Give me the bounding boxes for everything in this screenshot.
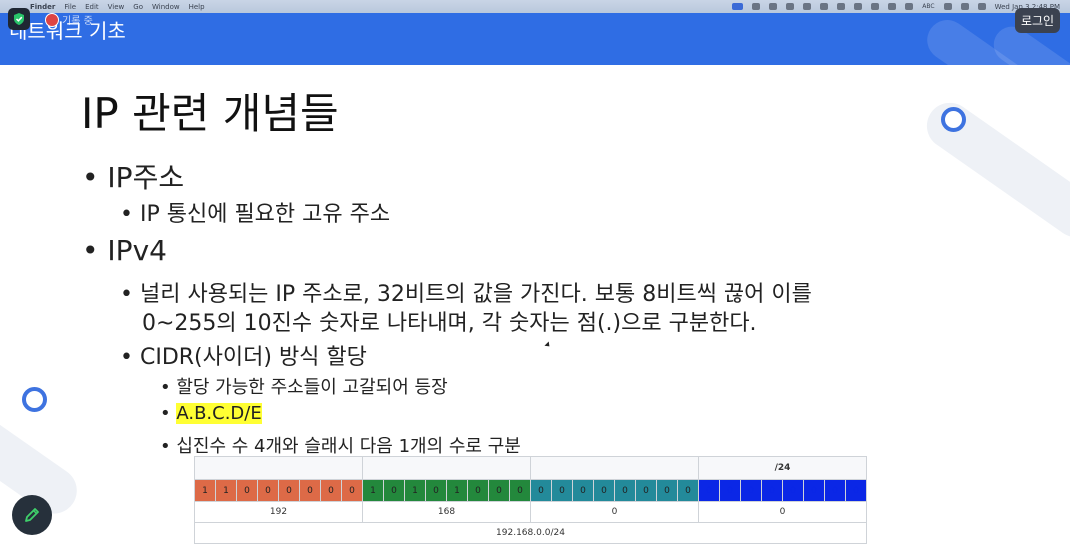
login-button[interactable]: 로그인	[1015, 8, 1060, 33]
decimal-row: 192 168 0 0	[194, 501, 867, 523]
menu-file[interactable]: File	[64, 3, 76, 11]
menu-app-name[interactable]: Finder	[30, 3, 55, 11]
bullet-ipv4-desc-cont: 0~255의 10진수 숫자로 나타내며, 각 숫자는 점(.)으로 구분한다.	[142, 305, 757, 337]
bit-cell: 1	[404, 479, 426, 502]
status-icon[interactable]	[803, 3, 812, 10]
bullet-text: IPv4	[107, 234, 167, 267]
status-icon[interactable]	[752, 3, 761, 10]
bit-cell: 0	[383, 479, 405, 502]
pen-tool-button[interactable]	[12, 495, 52, 535]
bit-cell: 0	[761, 479, 783, 502]
bullet-ip-address-desc: • IP 통신에 필요한 고유 주소	[120, 202, 391, 227]
bit-cell: 0	[236, 479, 258, 502]
bit-cell: 0	[278, 479, 300, 502]
ip-address-table: /24 11000000101010000000000000000000 192…	[194, 456, 867, 544]
menu-go[interactable]: Go	[133, 3, 143, 11]
bit-cell: 0	[719, 479, 741, 502]
bit-cell: 0	[551, 479, 573, 502]
bullet-cidr-sub1: • 할당 가능한 주소들이 고갈되어 등장	[160, 377, 448, 398]
bit-cell: 0	[572, 479, 594, 502]
status-icon[interactable]	[854, 3, 863, 10]
highlighted-text: A.B.C.D/E	[176, 403, 262, 424]
bullet-text: IP주소	[107, 161, 185, 194]
bit-row: 11000000101010000000000000000000	[194, 479, 867, 502]
pencil-icon	[25, 508, 39, 522]
app-header: 네트워크 기초	[0, 13, 1070, 65]
bit-cell: 0	[824, 479, 846, 502]
status-icon[interactable]	[786, 3, 795, 10]
ring-decoration-icon	[941, 107, 966, 132]
slide-title: IP 관련 개념들	[81, 89, 339, 138]
bit-cell: 1	[194, 479, 216, 502]
recording-label: 기록 중	[62, 16, 93, 27]
octet-decimal: 192	[194, 501, 363, 523]
table-header-cell	[194, 456, 363, 480]
bit-cell: 0	[635, 479, 657, 502]
prefix-label: /24	[698, 456, 867, 480]
bullet-text: 널리 사용되는 IP 주소로, 32비트의 값을 가진다. 보통 8비트씩 끊어…	[139, 282, 812, 307]
bit-cell: 0	[656, 479, 678, 502]
bullet-ip-address: • IP주소	[82, 161, 185, 194]
bit-cell: 0	[530, 479, 552, 502]
menu-edit[interactable]: Edit	[85, 3, 99, 11]
bit-cell: 0	[488, 479, 510, 502]
status-icon[interactable]	[905, 3, 914, 10]
network-row: 192.168.0.0/24	[194, 522, 867, 544]
bit-cell: 0	[299, 479, 321, 502]
octet-decimal: 0	[530, 501, 699, 523]
shield-icon[interactable]	[8, 8, 30, 30]
status-icon[interactable]	[769, 3, 778, 10]
menu-help[interactable]: Help	[189, 3, 205, 11]
ring-decoration-icon	[22, 387, 47, 412]
bit-cell: 0	[341, 479, 363, 502]
bit-cell: 0	[614, 479, 636, 502]
menubar-status-area: ABC Wed Jan 3 2:48 PM	[732, 0, 1060, 13]
control-center-icon[interactable]	[977, 3, 986, 10]
system-menubar: Finder File Edit View Go Window Help ABC…	[0, 0, 1070, 13]
bit-cell: 0	[677, 479, 699, 502]
bit-cell: 0	[803, 479, 825, 502]
bit-cell: 0	[320, 479, 342, 502]
bit-cell: 0	[593, 479, 615, 502]
bullet-text: IP 통신에 필요한 고유 주소	[139, 202, 391, 227]
octet-decimal: 168	[362, 501, 531, 523]
status-icon[interactable]	[837, 3, 846, 10]
bit-cell: 0	[257, 479, 279, 502]
moon-icon[interactable]	[888, 3, 897, 10]
bit-cell: 0	[467, 479, 489, 502]
bullet-ipv4-desc: • 널리 사용되는 IP 주소로, 32비트의 값을 가진다. 보통 8비트씩 …	[120, 282, 812, 307]
wifi-icon[interactable]	[943, 3, 952, 10]
status-icon[interactable]	[820, 3, 829, 10]
menu-view[interactable]: View	[108, 3, 125, 11]
table-header-row: /24	[194, 456, 867, 480]
bullet-text: CIDR(사이더) 방식 할당	[139, 345, 367, 370]
bit-cell: 0	[740, 479, 762, 502]
mouse-cursor-icon	[544, 341, 552, 349]
bullet-text: 0~255의 10진수 숫자로 나타내며, 각 숫자는 점(.)으로 구분한다.	[142, 311, 757, 336]
bullet-ipv4: • IPv4	[82, 234, 167, 267]
bit-cell: 0	[698, 479, 720, 502]
bit-cell: 1	[215, 479, 237, 502]
octet-decimal: 0	[698, 501, 867, 523]
bit-cell: 1	[446, 479, 468, 502]
search-icon[interactable]	[960, 3, 969, 10]
menu-window[interactable]: Window	[152, 3, 180, 11]
status-icon[interactable]	[871, 3, 880, 10]
input-source-label[interactable]: ABC	[922, 3, 934, 10]
bit-cell: 1	[362, 479, 384, 502]
table-header-cell	[530, 456, 699, 480]
bit-cell: 0	[509, 479, 531, 502]
recording-icon[interactable]	[45, 13, 59, 27]
bit-cell: 0	[425, 479, 447, 502]
bit-cell: 0	[845, 479, 867, 502]
table-header-cell	[362, 456, 531, 480]
bullet-text: 할당 가능한 주소들이 고갈되어 등장	[176, 377, 448, 398]
bullet-cidr-sub3: • 십진수 수 4개와 슬래시 다음 1개의 수로 구분	[160, 436, 521, 457]
bit-cell: 0	[782, 479, 804, 502]
network-address: 192.168.0.0/24	[194, 522, 867, 544]
bullet-text: 십진수 수 4개와 슬래시 다음 1개의 수로 구분	[176, 436, 521, 457]
bullet-cidr: • CIDR(사이더) 방식 할당	[120, 345, 367, 370]
bullet-cidr-sub2: • A.B.C.D/E	[160, 403, 262, 424]
screen-share-icon[interactable]	[732, 3, 744, 10]
